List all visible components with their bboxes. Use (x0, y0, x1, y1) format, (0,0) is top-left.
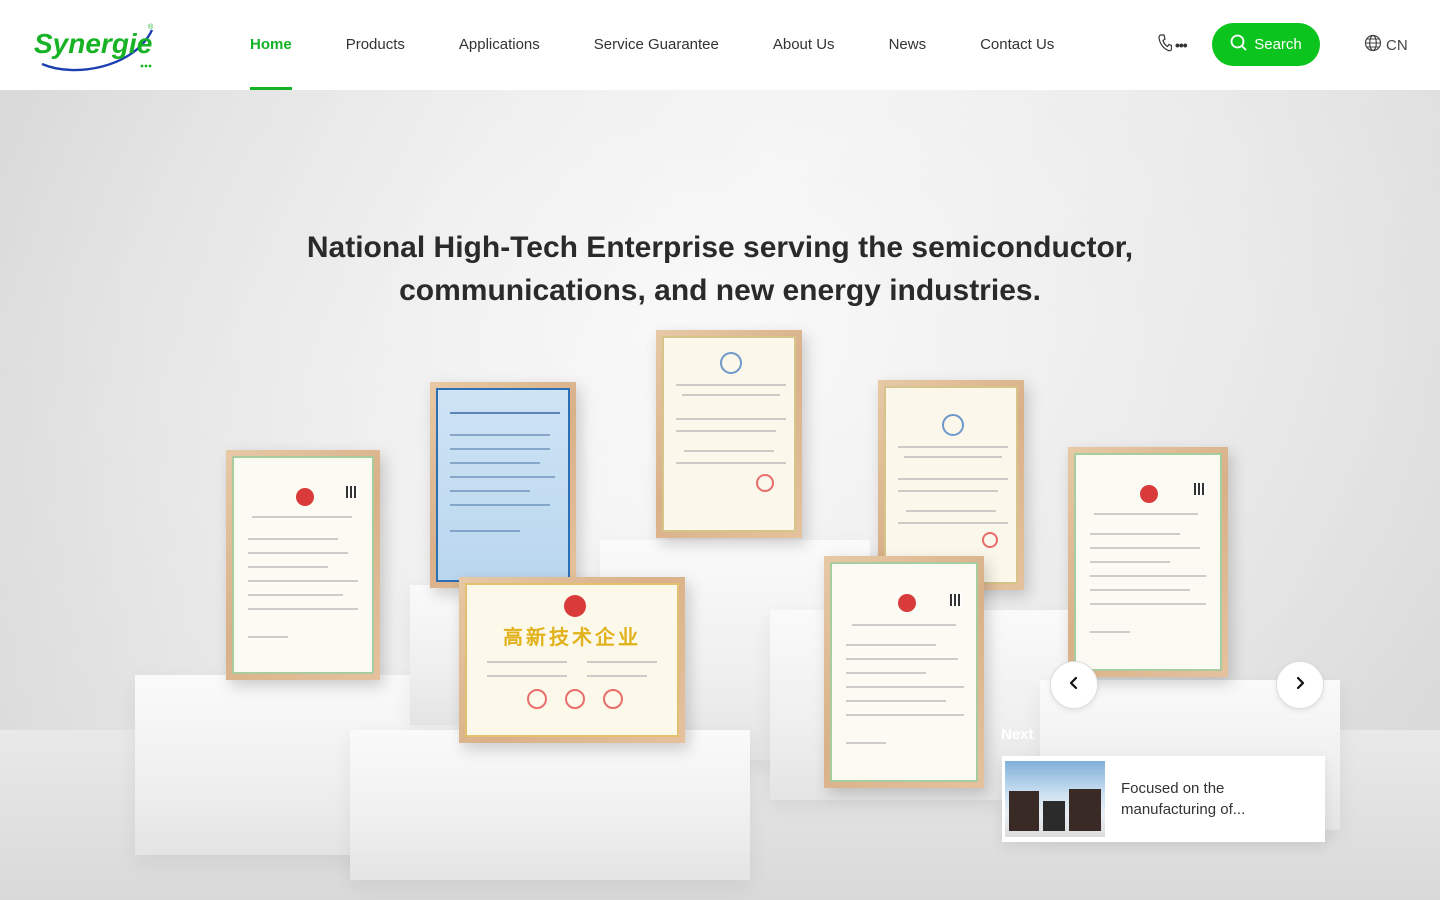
main-nav: Home Products Applications Service Guara… (250, 0, 1054, 90)
globe-icon (1364, 34, 1382, 56)
synergie-logo[interactable]: Synergie ® (34, 20, 158, 72)
phone-menu[interactable]: ••• (1158, 33, 1188, 57)
carousel-prev-button[interactable] (1050, 661, 1098, 709)
chevron-left-icon (1068, 676, 1080, 695)
carousel-next-button[interactable] (1276, 661, 1324, 709)
chevron-right-icon (1294, 676, 1306, 695)
nav-about-us[interactable]: About Us (773, 0, 835, 90)
search-label: Search (1254, 36, 1302, 53)
search-icon (1230, 34, 1247, 55)
certificate-patent-left (226, 450, 380, 680)
hero-title-line-2: communications, and new energy industrie… (399, 274, 1041, 307)
certificate-patent-right (1068, 447, 1228, 677)
hero-title-line-1: National High-Tech Enterprise serving th… (306, 231, 1134, 264)
hero-title: National High-Tech Enterprise serving th… (220, 226, 1220, 312)
certificate-patent-front (824, 556, 984, 788)
search-button[interactable]: Search (1212, 23, 1320, 66)
certificate-product-blue (430, 382, 576, 588)
more-dots: ••• (1175, 37, 1188, 53)
hero-banner: National High-Tech Enterprise serving th… (0, 90, 1440, 900)
next-slide-thumbnail (1005, 761, 1105, 837)
pedestal-front-center (350, 730, 750, 880)
certificate-ohs-management (656, 330, 802, 538)
nav-home[interactable]: Home (250, 0, 292, 90)
next-slide-label: Next (1001, 726, 1034, 743)
next-slide-preview[interactable]: Focused on the manufacturing of... (1002, 756, 1325, 842)
site-header: Synergie ® Home Products Applications Se… (0, 0, 1440, 90)
phone-icon (1158, 33, 1173, 57)
next-slide-text: Focused on the manufacturing of... (1121, 780, 1246, 818)
language-switcher[interactable]: CN (1364, 33, 1408, 57)
certificate-high-tech-enterprise: 高新技术企业 (459, 577, 685, 743)
nav-service-guarantee[interactable]: Service Guarantee (594, 0, 719, 90)
high-tech-enterprise-text: 高新技术企业 (503, 627, 641, 649)
nav-news[interactable]: News (889, 0, 927, 90)
nav-products[interactable]: Products (346, 0, 405, 90)
language-label: CN (1386, 36, 1408, 54)
svg-text:®: ® (148, 23, 154, 31)
nav-applications[interactable]: Applications (459, 0, 540, 90)
nav-contact-us[interactable]: Contact Us (980, 0, 1054, 90)
svg-text:Synergie: Synergie (34, 28, 152, 59)
